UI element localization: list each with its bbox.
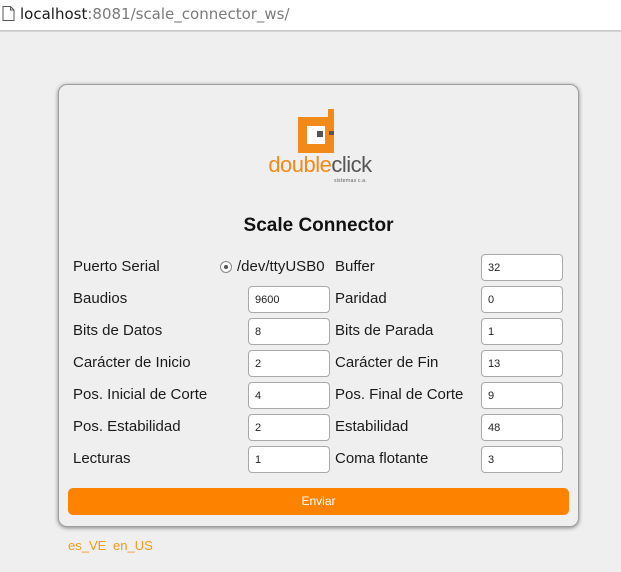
pos-estabilidad-input[interactable] [248,414,330,441]
url-text[interactable]: localhost:8081/scale_connector_ws/ [20,5,290,23]
paridad-input[interactable] [481,286,563,313]
estabilidad-input[interactable] [481,414,563,441]
label-estabilidad: Estabilidad [335,418,409,435]
divider [0,31,621,32]
submit-button[interactable]: Enviar [68,488,569,515]
page-icon [2,6,15,21]
lecturas-input[interactable] [248,446,330,473]
label-bits-datos: Bits de Datos [73,322,163,339]
caracter-fin-input[interactable] [481,350,563,377]
buffer-input[interactable] [481,254,563,281]
pos-final-corte-input[interactable] [481,382,563,409]
label-lecturas: Lecturas [73,450,131,467]
url-path: :8081/scale_connector_ws/ [87,5,290,23]
label-pos-estabilidad: Pos. Estabilidad [73,418,181,435]
label-caracter-inicio: Carácter de Inicio [73,354,191,371]
label-pos-inicial-corte: Pos. Inicial de Corte [73,386,208,403]
pos-inicial-corte-input[interactable] [248,382,330,409]
label-baudios: Baudios [73,290,128,307]
coma-flotante-input[interactable] [481,446,563,473]
baudios-input[interactable] [248,286,330,313]
label-puerto-serial: Puerto Serial [73,258,160,275]
url-host: localhost [20,5,88,23]
bits-parada-input[interactable] [481,318,563,345]
doubleclick-logo: doubleclick sistemas c.a. [266,109,374,187]
logo-wordmark: doubleclick [266,153,374,177]
caracter-inicio-input[interactable] [248,350,330,377]
label-caracter-fin: Carácter de Fin [335,354,439,371]
lang-link-es-ve[interactable]: es_VE [68,538,106,554]
label-bits-parada: Bits de Parada [335,322,434,339]
logo-click: click [331,152,372,177]
radio-dot [224,265,228,269]
form-card: doubleclick sistemas c.a. Scale Connecto… [58,84,579,527]
label-pos-final-corte: Pos. Final de Corte [335,386,464,403]
radio-label[interactable]: /dev/ttyUSB0 [237,258,325,276]
logo-tagline: sistemas c.a. [334,178,367,184]
label-paridad: Paridad [335,290,387,307]
logo-mark-icon [298,109,334,153]
page-title: Scale Connector [243,215,394,236]
label-buffer: Buffer [335,258,375,275]
lang-link-en-us[interactable]: en_US [113,538,153,554]
address-bar[interactable]: localhost:8081/scale_connector_ws/ [0,0,621,31]
bits-datos-input[interactable] [248,318,330,345]
logo-double: double [268,152,332,177]
radio-button[interactable] [220,261,232,273]
label-coma-flotante: Coma flotante [335,450,429,467]
